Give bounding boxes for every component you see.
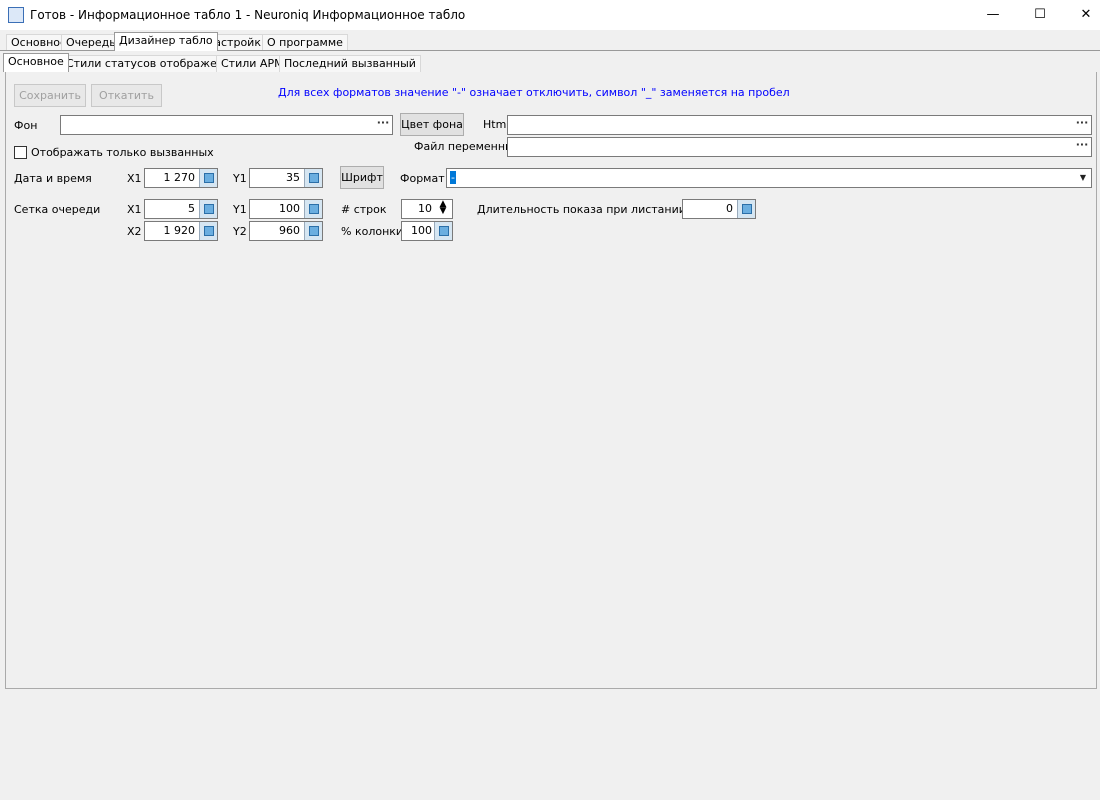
datetime-label: Дата и время (14, 172, 92, 185)
title-bar: Готов - Информационное табло 1 - Neuroni… (0, 0, 1100, 30)
grid-x1-label: X1 (127, 203, 142, 216)
chevron-down-icon[interactable]: ▼ (1075, 169, 1091, 187)
datetime-y1-spin-icon[interactable] (304, 169, 322, 187)
grid-x2-label: X2 (127, 225, 142, 238)
grid-rows-label: # строк (341, 203, 387, 216)
background-browse-icon[interactable]: ··· (374, 116, 392, 134)
grid-column-percent-input[interactable]: 100 (401, 221, 453, 241)
grid-rows-input[interactable]: 10 ▲ ▼ (401, 199, 453, 219)
main-panel (5, 72, 1097, 689)
only-called-label: Отображать только вызванных (31, 146, 214, 159)
save-button[interactable]: Сохранить (14, 84, 86, 107)
datetime-x1-spin-icon[interactable] (199, 169, 217, 187)
background-color-button[interactable]: Цвет фона (400, 113, 464, 136)
app-icon (8, 7, 24, 23)
datetime-format-select[interactable]: - ▼ (446, 168, 1092, 188)
grid-y2-spin-icon[interactable] (304, 222, 322, 240)
window-title: Готов - Информационное табло 1 - Neuroni… (30, 8, 466, 22)
subtab-last-called[interactable]: Последний вызванный (279, 55, 421, 72)
datetime-format-label: Формат (400, 172, 445, 185)
grid-rows-updown-icon[interactable]: ▲ ▼ (435, 200, 451, 217)
only-called-checkbox[interactable] (14, 146, 27, 159)
close-icon[interactable]: ✕ (1063, 0, 1100, 30)
format-hint: Для всех форматов значение "-" означает … (278, 86, 790, 99)
grid-label: Сетка очереди (14, 203, 101, 216)
html-label: Html (483, 118, 510, 131)
grid-column-percent-spin-icon[interactable] (434, 222, 452, 240)
grid-x2-spin-icon[interactable] (199, 222, 217, 240)
grid-x1-input[interactable]: 5 (144, 199, 218, 219)
subtab-main[interactable]: Основное (3, 53, 69, 72)
variables-file-label: Файл переменных (414, 140, 521, 153)
tab-board-designer[interactable]: Дизайнер табло (114, 32, 218, 51)
grid-y2-input[interactable]: 960 (249, 221, 323, 241)
grid-x2-input[interactable]: 1 920 (144, 221, 218, 241)
grid-duration-spin-icon[interactable] (737, 200, 755, 218)
rollback-button[interactable]: Откатить (91, 84, 162, 107)
tab-about[interactable]: О программе (262, 34, 348, 51)
grid-duration-input[interactable]: 0 (682, 199, 756, 219)
minimize-icon[interactable]: — (970, 0, 1016, 30)
background-input[interactable] (60, 115, 393, 135)
variables-file-input[interactable] (507, 137, 1092, 157)
grid-y1-spin-icon[interactable] (304, 200, 322, 218)
datetime-y1-label: Y1 (233, 172, 247, 185)
datetime-x1-input[interactable]: 1 270 (144, 168, 218, 188)
html-input[interactable] (507, 115, 1092, 135)
html-browse-icon[interactable]: ··· (1073, 116, 1091, 134)
datetime-x1-label: X1 (127, 172, 142, 185)
subtab-arm-styles[interactable]: Стили АРМ (216, 55, 289, 72)
variables-file-browse-icon[interactable]: ··· (1073, 138, 1091, 156)
datetime-font-button[interactable]: Шрифт (340, 166, 384, 189)
background-label: Фон (14, 119, 38, 132)
grid-y1-input[interactable]: 100 (249, 199, 323, 219)
datetime-y1-input[interactable]: 35 (249, 168, 323, 188)
grid-y1-label: Y1 (233, 203, 247, 216)
grid-x1-spin-icon[interactable] (199, 200, 217, 218)
grid-column-percent-label: % колонки (341, 225, 404, 238)
grid-y2-label: Y2 (233, 225, 247, 238)
tab-queue[interactable]: Очередь (61, 34, 121, 51)
maximize-icon[interactable]: ☐ (1017, 0, 1063, 30)
